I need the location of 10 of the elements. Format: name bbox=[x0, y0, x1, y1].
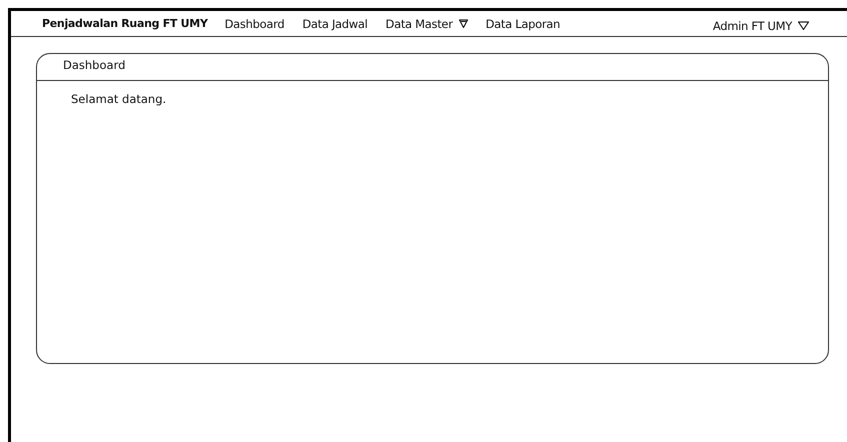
nav-link[interactable]: Data Jadwal bbox=[302, 16, 368, 30]
app-title: Penjadwalan Ruang FT UMY bbox=[42, 17, 208, 30]
user-menu[interactable]: Admin FT UMY bbox=[712, 18, 809, 32]
nav-link[interactable]: Data Laporan bbox=[486, 16, 560, 30]
nav-link[interactable]: Data Master bbox=[386, 16, 468, 30]
panel-title: Dashboard bbox=[63, 58, 126, 72]
caret-icon bbox=[458, 19, 468, 28]
welcome-text: Selamat datang. bbox=[71, 92, 166, 106]
caret-icon bbox=[798, 21, 809, 30]
nav-link[interactable]: Dashboard bbox=[224, 16, 284, 30]
